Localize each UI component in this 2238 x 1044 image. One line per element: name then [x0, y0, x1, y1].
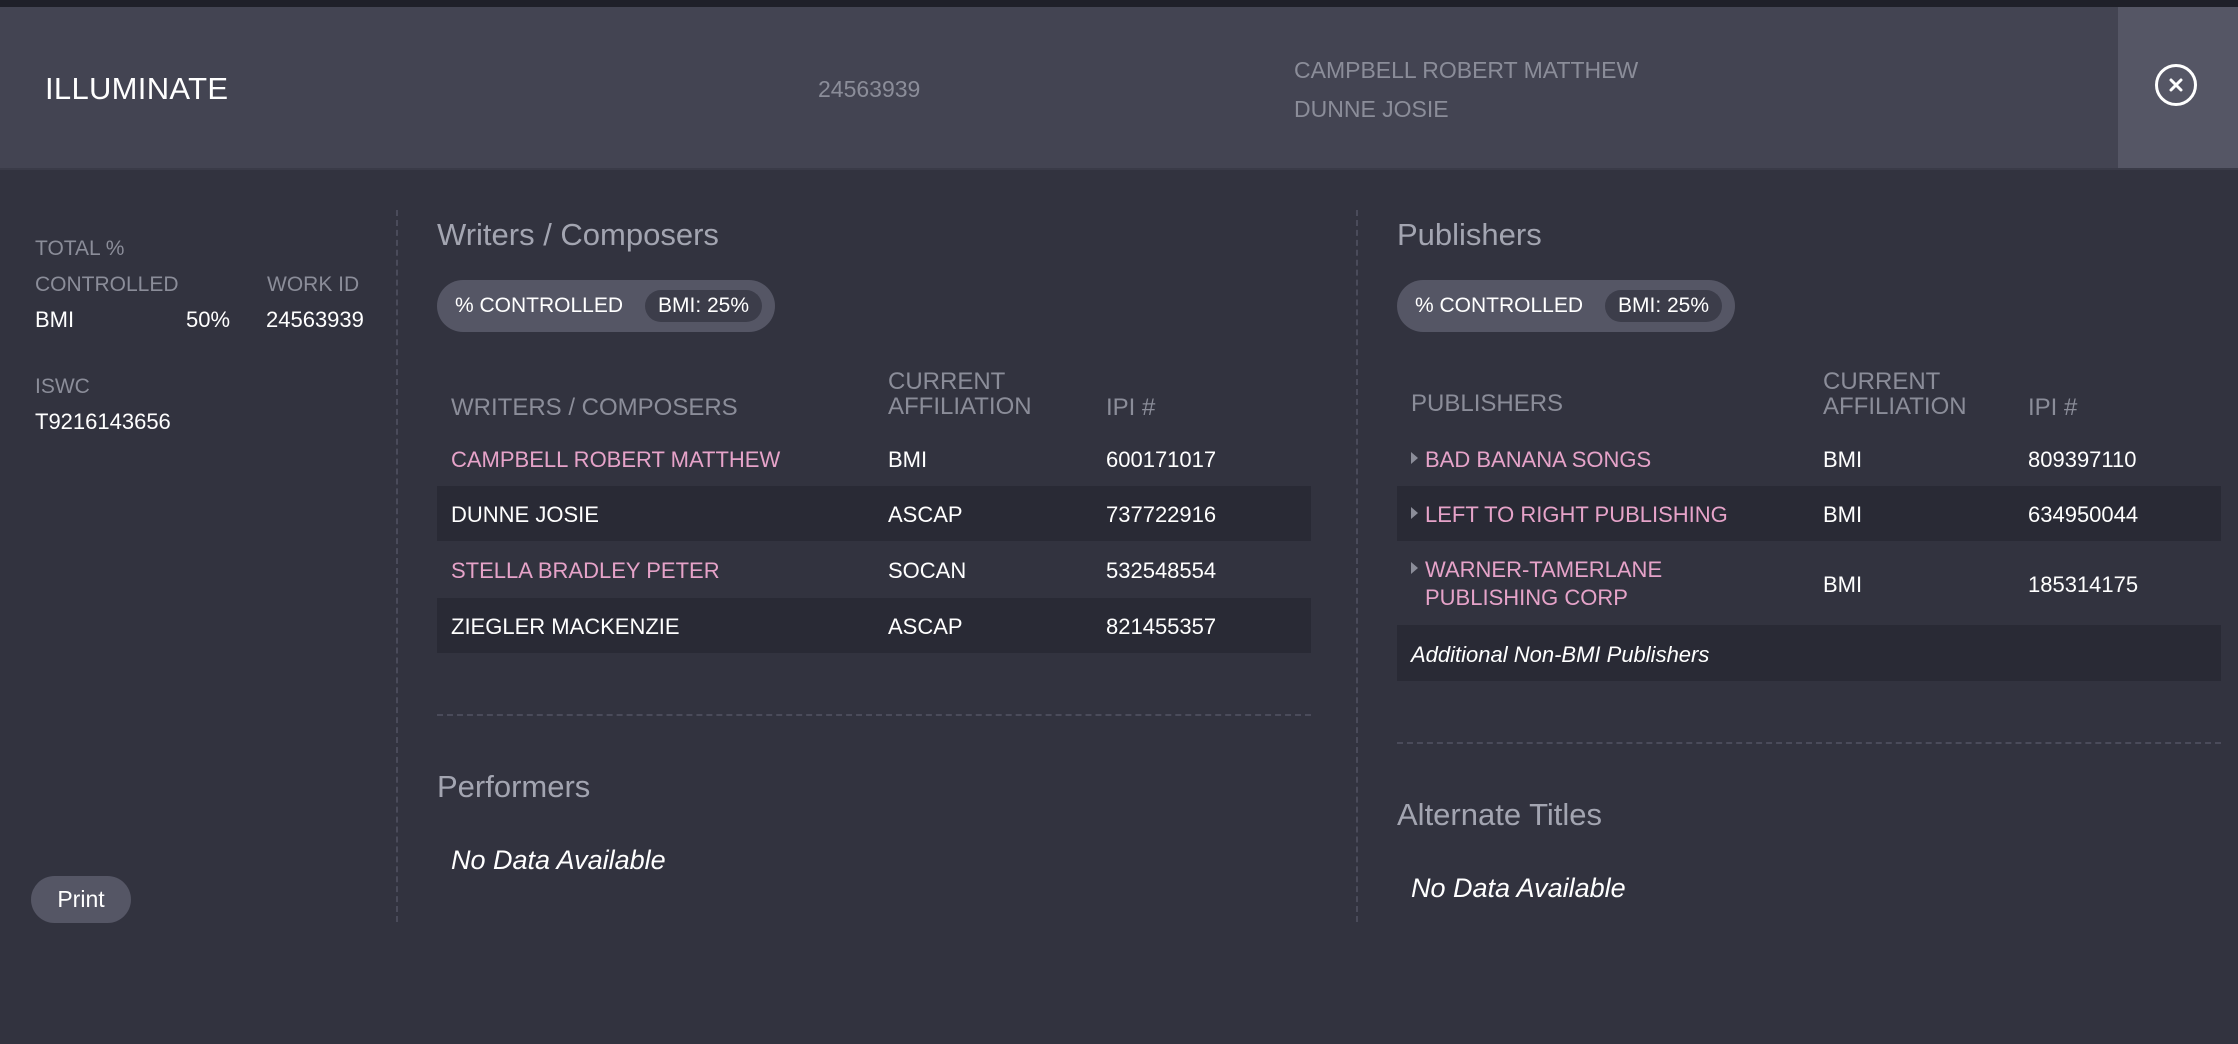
table-row: ZIEGLER MACKENZIE ASCAP 821455357: [437, 598, 1311, 653]
table-row[interactable]: LEFT TO RIGHT PUBLISHING BMI 634950044: [1397, 486, 2221, 541]
publisher-link-line1[interactable]: WARNER-TAMERLANE: [1425, 557, 1662, 583]
writers-divider: [437, 714, 1311, 716]
writer-name: DUNNE JOSIE: [451, 502, 599, 527]
writer-affiliation: SOCAN: [888, 558, 967, 583]
divider-left: [396, 210, 398, 922]
publisher-ipi: 809397110: [2028, 447, 2137, 472]
writers-controlled-pill: % CONTROLLED BMI: 25%: [437, 280, 775, 332]
caret-right-icon[interactable]: [1411, 562, 1418, 574]
top-border: [0, 0, 2238, 7]
iswc-value: T9216143656: [35, 409, 171, 434]
additional-publishers-label: Additional Non-BMI Publishers: [1411, 642, 1710, 667]
publisher-ipi: 185314175: [2028, 572, 2139, 597]
writers-col-ipi: IPI #: [1106, 394, 1156, 421]
writers-section-title: Writers / Composers: [437, 217, 719, 252]
table-row: CAMPBELL ROBERT MATTHEW BMI 600171017: [437, 431, 1311, 486]
header-writer-1: CAMPBELL ROBERT MATTHEW: [1294, 57, 1639, 83]
table-row: STELLA BRADLEY PETER SOCAN 532548554: [437, 541, 1311, 596]
publishers-divider: [1397, 742, 2221, 744]
work-id-label: WORK ID: [267, 273, 360, 296]
writer-link[interactable]: CAMPBELL ROBERT MATTHEW: [451, 447, 780, 473]
header-work-id: 24563939: [818, 76, 921, 102]
print-button[interactable]: Print: [31, 876, 131, 923]
writer-ipi: 532548554: [1106, 558, 1217, 583]
publisher-ipi: 634950044: [2028, 502, 2139, 527]
publishers-col-ipi: IPI #: [2028, 394, 2078, 421]
publishers-pill-chip: BMI: 25%: [1605, 290, 1723, 322]
publishers-col-affiliation: CURRENT AFFILIATION: [1823, 368, 1967, 420]
close-panel: [2118, 7, 2238, 168]
publishers-col-name: PUBLISHERS: [1411, 390, 1564, 417]
writer-name: ZIEGLER MACKENZIE: [451, 614, 680, 639]
writer-affiliation: ASCAP: [888, 502, 963, 527]
caret-right-icon[interactable]: [1411, 452, 1418, 464]
close-icon: [2169, 78, 2183, 92]
writer-ipi: 737722916: [1106, 502, 1217, 527]
total-controlled-label-1: TOTAL %: [35, 237, 125, 260]
publisher-link-line2[interactable]: PUBLISHING CORP: [1425, 585, 1628, 611]
table-row[interactable]: BAD BANANA SONGS BMI 809397110: [1397, 431, 2221, 486]
table-row[interactable]: WARNER-TAMERLANE PUBLISHING CORP BMI 185…: [1397, 541, 2221, 625]
publisher-affiliation: BMI: [1823, 447, 1863, 472]
writer-ipi: 821455357: [1106, 614, 1217, 639]
iswc-label: ISWC: [35, 375, 90, 398]
publishers-controlled-pill: % CONTROLLED BMI: 25%: [1397, 280, 1735, 332]
publisher-affiliation: BMI: [1823, 502, 1863, 527]
publisher-link[interactable]: LEFT TO RIGHT PUBLISHING: [1425, 502, 1728, 528]
writer-ipi: 600171017: [1106, 447, 1217, 472]
controlled-percent: 50%: [186, 307, 231, 332]
performers-section-title: Performers: [437, 769, 591, 804]
controlled-org: BMI: [35, 307, 75, 332]
work-title: ILLUMINATE: [45, 71, 229, 106]
writers-col-affiliation: CURRENT AFFILIATION: [888, 368, 1032, 420]
performers-empty: No Data Available: [451, 845, 666, 875]
publisher-affiliation: BMI: [1823, 572, 1863, 597]
total-controlled-label-2: CONTROLLED: [35, 273, 179, 296]
close-button[interactable]: [2155, 64, 2197, 106]
publishers-pill-label: % CONTROLLED: [1415, 294, 1584, 317]
publisher-link[interactable]: BAD BANANA SONGS: [1425, 447, 1651, 473]
writer-link[interactable]: STELLA BRADLEY PETER: [451, 558, 720, 584]
writers-col-name: WRITERS / COMPOSERS: [451, 394, 738, 421]
writer-affiliation: ASCAP: [888, 614, 963, 639]
alternate-titles-section-title: Alternate Titles: [1397, 797, 1603, 832]
work-header: ILLUMINATE 24563939 CAMPBELL ROBERT MATT…: [0, 7, 2238, 170]
additional-publishers-row: Additional Non-BMI Publishers: [1397, 625, 2221, 681]
writers-pill-chip: BMI: 25%: [645, 290, 763, 322]
caret-right-icon[interactable]: [1411, 507, 1418, 519]
writer-affiliation: BMI: [888, 447, 928, 472]
header-writer-2: DUNNE JOSIE: [1294, 96, 1449, 122]
divider-middle: [1356, 210, 1358, 922]
writers-pill-label: % CONTROLLED: [455, 294, 624, 317]
alternate-titles-empty: No Data Available: [1411, 873, 1626, 903]
work-id-value: 24563939: [266, 307, 364, 332]
publishers-section-title: Publishers: [1397, 217, 1542, 252]
table-row: DUNNE JOSIE ASCAP 737722916: [437, 486, 1311, 541]
